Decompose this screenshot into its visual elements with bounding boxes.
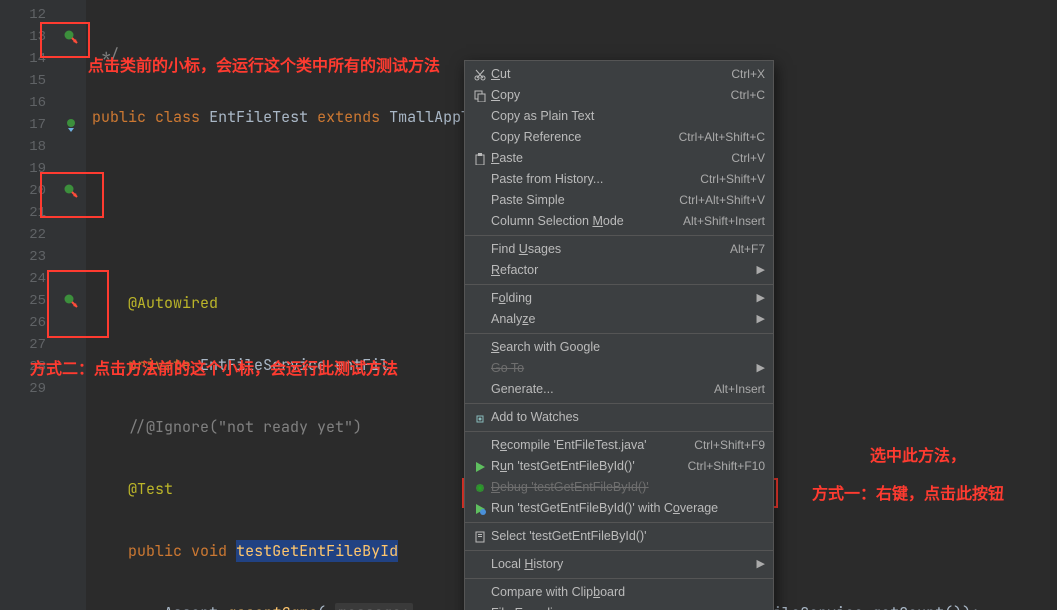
submenu-arrow-icon: ▶ xyxy=(757,288,765,309)
ctx-debug-test: Debug 'testGetEntFileById()' xyxy=(465,477,773,498)
cut-icon xyxy=(471,69,489,81)
ctx-analyze[interactable]: Analyze▶ xyxy=(465,309,773,330)
line-number: 17 xyxy=(0,114,56,136)
ctx-add-watches[interactable]: Add to Watches xyxy=(465,407,773,428)
menu-separator xyxy=(465,578,773,579)
context-menu: CCutut Ctrl+X Copy Ctrl+C Copy as Plain … xyxy=(464,60,774,610)
ctx-generate[interactable]: Generate...Alt+Insert xyxy=(465,379,773,400)
line-number: 25 xyxy=(0,290,56,312)
annotation-text: 方式二：点击方法前的这个小标，会运行此测试方法 xyxy=(30,355,398,379)
ctx-copy[interactable]: Copy Ctrl+C xyxy=(465,85,773,106)
menu-separator xyxy=(465,235,773,236)
copy-icon xyxy=(471,90,489,102)
paste-icon xyxy=(471,153,489,165)
ctx-goto: Go To▶ xyxy=(465,358,773,379)
line-number: 22 xyxy=(0,224,56,246)
selected-method-name: testGetEntFileById xyxy=(236,540,398,562)
line-number: 21 xyxy=(0,202,56,224)
coverage-icon xyxy=(471,503,489,515)
ctx-compare-clipboard[interactable]: Compare with Clipboard xyxy=(465,582,773,603)
submenu-arrow-icon: ▶ xyxy=(757,554,765,575)
annotation-text: 方式一：右键，点击此按钮 xyxy=(812,480,1004,504)
ctx-recompile[interactable]: Recompile 'EntFileTest.java'Ctrl+Shift+F… xyxy=(465,435,773,456)
ctx-paste-simple[interactable]: Paste SimpleCtrl+Alt+Shift+V xyxy=(465,190,773,211)
ctx-copy-ref[interactable]: Copy ReferenceCtrl+Alt+Shift+C xyxy=(465,127,773,148)
ctx-cut[interactable]: CCutut Ctrl+X xyxy=(465,64,773,85)
ctx-search-google[interactable]: Search with Google xyxy=(465,337,773,358)
menu-separator xyxy=(465,403,773,404)
submenu-arrow-icon: ▶ xyxy=(757,309,765,330)
line-number: 20 xyxy=(0,180,56,202)
ctx-paste[interactable]: PasteCtrl+V xyxy=(465,148,773,169)
run-icon-gutter xyxy=(56,0,86,610)
line-number-gutter: 12 13 14 15 16 17 18 19 20 21 22 23 24 2… xyxy=(0,0,56,610)
annotation-text: 点击类前的小标，会运行这个类中所有的测试方法 xyxy=(88,52,440,76)
run-icon xyxy=(471,461,489,473)
code-editor: 12 13 14 15 16 17 18 19 20 21 22 23 24 2… xyxy=(0,0,1057,610)
menu-separator xyxy=(465,284,773,285)
run-class-icon[interactable] xyxy=(56,26,86,48)
line-number: 29 xyxy=(0,378,56,400)
line-number: 23 xyxy=(0,246,56,268)
line-number: 16 xyxy=(0,92,56,114)
ctx-file-encoding[interactable]: File Encoding xyxy=(465,603,773,610)
menu-separator xyxy=(465,522,773,523)
ctx-run-coverage[interactable]: Run 'testGetEntFileById()' with Coverage xyxy=(465,498,773,519)
line-number: 26 xyxy=(0,312,56,334)
menu-separator xyxy=(465,431,773,432)
ctx-find-usages[interactable]: Find UsagesAlt+F7 xyxy=(465,239,773,260)
line-number: 13 xyxy=(0,26,56,48)
ctx-column-mode[interactable]: Column Selection ModeAlt+Shift+Insert xyxy=(465,211,773,232)
ctx-local-history[interactable]: Local History▶ xyxy=(465,554,773,575)
line-number: 12 xyxy=(0,4,56,26)
menu-separator xyxy=(465,333,773,334)
line-number: 18 xyxy=(0,136,56,158)
line-number: 24 xyxy=(0,268,56,290)
line-number: 27 xyxy=(0,334,56,356)
ctx-select-config[interactable]: Select 'testGetEntFileById()' xyxy=(465,526,773,547)
ctx-refactor[interactable]: Refactor▶ xyxy=(465,260,773,281)
ctx-copy-plain[interactable]: Copy as Plain Text xyxy=(465,106,773,127)
line-number: 14 xyxy=(0,48,56,70)
ctx-folding[interactable]: Folding▶ xyxy=(465,288,773,309)
annotation-text: 选中此方法， xyxy=(870,442,966,466)
debug-icon xyxy=(471,482,489,494)
submenu-arrow-icon: ▶ xyxy=(757,260,765,281)
ctx-paste-history[interactable]: Paste from History...Ctrl+Shift+V xyxy=(465,169,773,190)
line-number: 15 xyxy=(0,70,56,92)
menu-separator xyxy=(465,550,773,551)
jump-to-impl-icon[interactable] xyxy=(56,114,86,136)
line-number: 19 xyxy=(0,158,56,180)
ctx-run-test[interactable]: Run 'testGetEntFileById()'Ctrl+Shift+F10 xyxy=(465,456,773,477)
run-test-icon[interactable] xyxy=(56,290,86,312)
run-test-icon[interactable] xyxy=(56,180,86,202)
watches-icon xyxy=(471,412,489,424)
select-config-icon xyxy=(471,531,489,543)
